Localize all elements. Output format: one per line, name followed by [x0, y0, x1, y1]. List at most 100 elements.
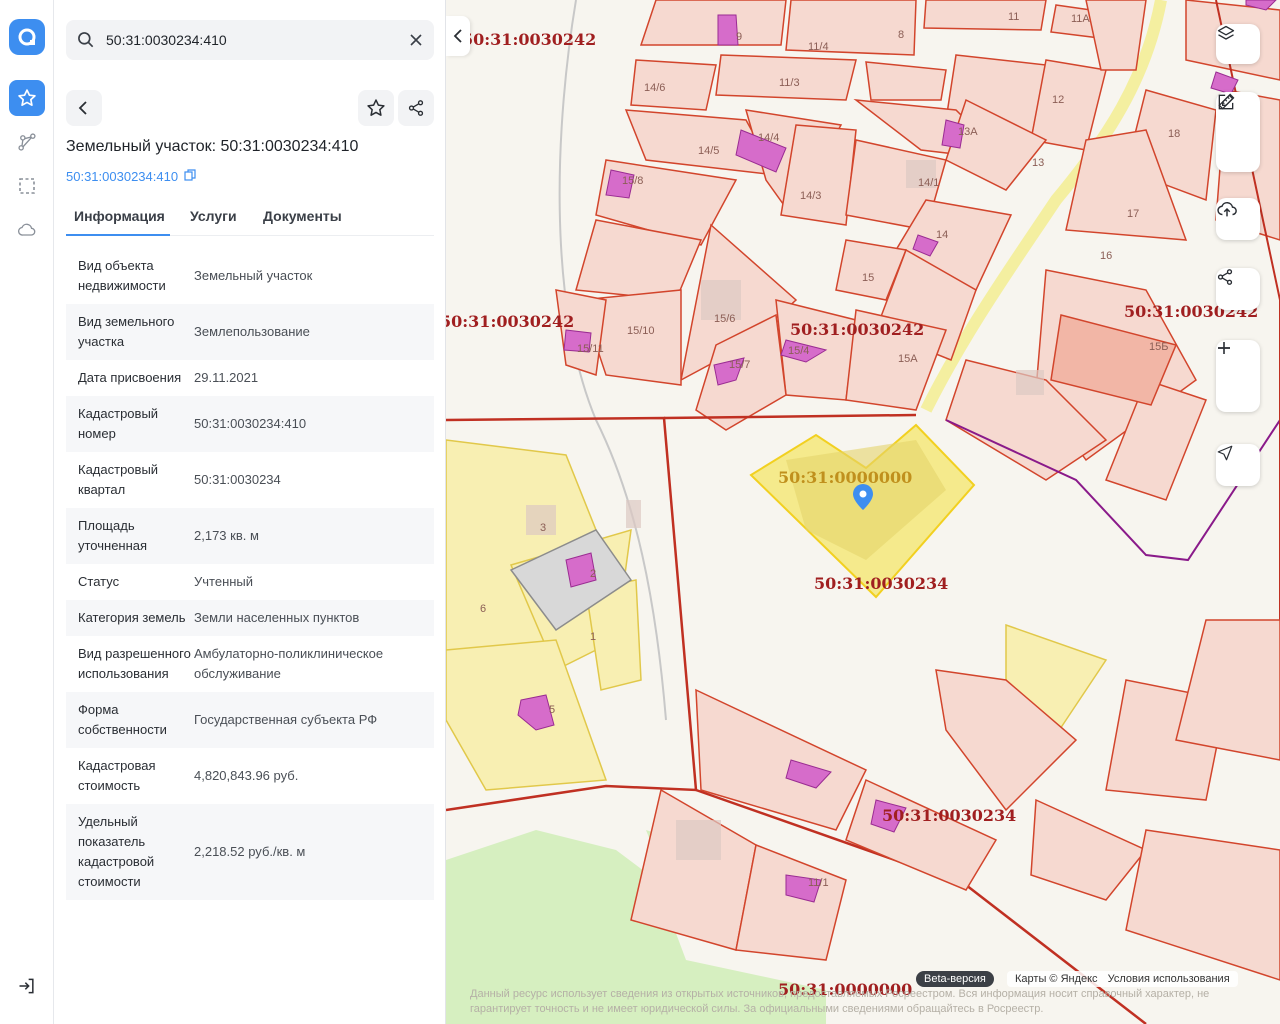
plot-number: 15/6 [714, 313, 735, 325]
copyright-text[interactable]: Карты © Яндекс [1015, 973, 1098, 985]
map-canvas[interactable]: 9 8 11 11А 11/4 11/3 12 14/6 14/4 14/5 1… [446, 0, 1280, 1024]
cloud-icon[interactable] [9, 212, 45, 248]
quarter-boundary [663, 413, 917, 420]
plot [1125, 829, 1280, 981]
building-shadow [626, 500, 641, 528]
copy-icon[interactable] [184, 169, 196, 184]
share-icon[interactable] [1216, 268, 1260, 310]
plot-number: 11/3 [779, 77, 800, 89]
logout-icon[interactable] [9, 968, 45, 1004]
plot-number: 11/1 [808, 877, 829, 889]
info-key: Площадь уточненная [78, 518, 148, 553]
plot [695, 688, 868, 831]
share-button[interactable] [398, 90, 434, 126]
edit-icon[interactable] [1216, 93, 1260, 168]
building-shadow [676, 820, 721, 860]
favorite-button[interactable] [358, 90, 394, 126]
search-icon [76, 30, 96, 55]
tools-control [1216, 92, 1260, 172]
plot-number: 11 [1008, 11, 1019, 23]
info-value: Землепользование [194, 324, 310, 339]
info-key: Вид объекта недвижимости [78, 258, 166, 293]
plot-number: 14/6 [644, 82, 665, 94]
plot-number: 15А [898, 353, 918, 365]
map-layer: 9 8 11 11А 11/4 11/3 12 14/6 14/4 14/5 1… [446, 0, 1280, 1024]
quarter-label: 50:31:0030234 [882, 806, 1017, 825]
quarter-label: 50:31:0030242 [462, 30, 597, 49]
building-shadow [1016, 370, 1044, 395]
search-input[interactable] [106, 20, 396, 60]
info-key: Кадастровая стоимость [78, 758, 156, 793]
navigation-arrow-icon[interactable] [1216, 444, 1260, 486]
info-row: Вид земельного участка Землепользование [66, 304, 434, 360]
info-row: Кадастровая стоимость 4,820,843.96 руб. [66, 748, 434, 804]
quarter-label: 50:31:0030242 [790, 320, 925, 339]
plot-number: 15 [862, 272, 874, 284]
back-button[interactable] [66, 90, 102, 126]
tab-documents[interactable]: Документы [263, 208, 342, 236]
zoom-out-icon[interactable] [1216, 347, 1260, 412]
plot-number: 18 [1168, 128, 1180, 140]
plot-number: 14/3 [800, 190, 821, 202]
beta-badge: Beta-версия [916, 971, 994, 987]
select-area-icon[interactable] [9, 168, 45, 204]
info-value: Государственная субъекта РФ [194, 712, 378, 727]
plot-number: 9 [736, 31, 742, 43]
info-value: 2,218.52 руб./кв. м [194, 844, 306, 859]
app-logo[interactable] [9, 19, 45, 55]
plot-number: 6 [480, 603, 486, 615]
info-value: 4,820,843.96 руб. [194, 768, 299, 783]
info-table: Вид объекта недвижимости Земельный участо… [66, 248, 434, 900]
info-key: Кадастровый квартал [78, 462, 159, 497]
info-row: Категория земель Земли населенных пунктов [66, 600, 434, 636]
quarter-label: 50:31:0000000 [778, 468, 913, 487]
plot-number: 15/4 [788, 345, 809, 357]
layers-icon[interactable] [1216, 24, 1260, 64]
plot [1175, 619, 1280, 761]
building [717, 14, 739, 46]
info-value: 29.11.2021 [194, 370, 259, 385]
info-row: Кадастровый номер 50:31:0030234:410 [66, 396, 434, 452]
layers-control [1216, 24, 1260, 64]
info-key: Статус [78, 574, 120, 589]
upload-cloud-icon[interactable] [1216, 198, 1260, 240]
collapse-panel-button[interactable] [446, 16, 470, 56]
plot-number: 15/11 [577, 343, 604, 355]
route-icon[interactable] [9, 124, 45, 160]
info-value: 50:31:0030234:410 [194, 416, 307, 431]
terms-link[interactable]: Условия использования [1108, 973, 1230, 985]
plot [845, 778, 998, 891]
plot [735, 843, 847, 961]
plot [639, 0, 787, 46]
tab-services[interactable]: Услуги [190, 208, 237, 236]
upload-control [1216, 198, 1260, 240]
plot [865, 61, 947, 101]
plot-number: 15/10 [627, 325, 655, 337]
map-share-control [1216, 268, 1260, 310]
plot-number: 15Б [1149, 341, 1168, 353]
zoom-control [1216, 340, 1260, 412]
plot-number: 14/4 [758, 132, 779, 144]
info-row: Площадь уточненная 2,173 кв. м [66, 508, 434, 564]
plot-number: 14/1 [918, 177, 939, 189]
favorites-icon[interactable] [9, 80, 45, 116]
search-bar [66, 20, 434, 60]
building [1210, 71, 1239, 95]
cadastral-number-link[interactable]: 50:31:0030234:410 [66, 169, 196, 184]
plot-number: 8 [898, 29, 904, 41]
tab-information[interactable]: Информация [66, 208, 170, 236]
icon-rail [0, 0, 54, 1024]
plot-number: 16 [1100, 250, 1112, 262]
info-value: Учтенный [194, 574, 254, 589]
info-key: Форма собственности [78, 702, 167, 737]
info-value: Земельный участок [194, 268, 313, 283]
plot-number: 11/4 [808, 41, 829, 53]
info-row: Вид разрешенного использования Амбулаторн… [66, 636, 434, 692]
info-value: Земли населенных пунктов [194, 610, 360, 625]
clear-search-icon[interactable] [406, 30, 426, 50]
cadastral-number-text[interactable]: 50:31:0030234:410 [66, 169, 178, 184]
info-key: Вид разрешенного использования [78, 646, 191, 681]
plot-number: 17 [1127, 208, 1139, 220]
plot-number: 2 [590, 568, 596, 580]
quarter-label: 50:31:0030234 [814, 574, 949, 593]
